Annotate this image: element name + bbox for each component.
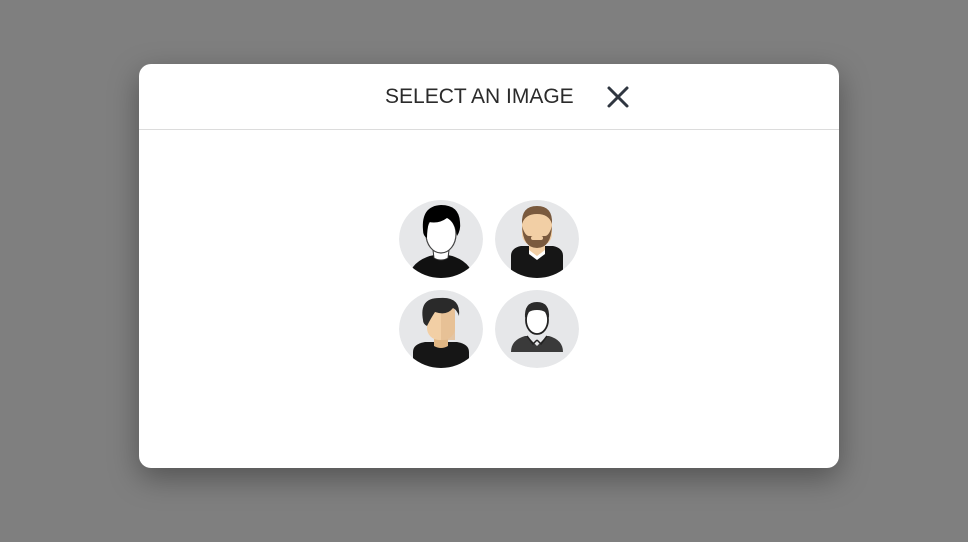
avatar-man-beard-icon — [495, 200, 579, 278]
avatar-grid — [399, 200, 579, 368]
image-select-modal: SELECT AN IMAGE — [139, 64, 839, 468]
close-icon — [607, 86, 629, 108]
avatar-man-outline-icon — [495, 290, 579, 368]
avatar-option-1[interactable] — [399, 200, 483, 278]
avatar-man-black-hair-icon — [399, 200, 483, 278]
avatar-option-2[interactable] — [495, 200, 579, 278]
modal-title: SELECT AN IMAGE — [385, 85, 574, 108]
avatar-option-3[interactable] — [399, 290, 483, 368]
avatar-option-4[interactable] — [495, 290, 579, 368]
close-button[interactable] — [605, 84, 631, 110]
avatar-man-fringe-icon — [399, 290, 483, 368]
modal-header: SELECT AN IMAGE — [139, 64, 839, 130]
